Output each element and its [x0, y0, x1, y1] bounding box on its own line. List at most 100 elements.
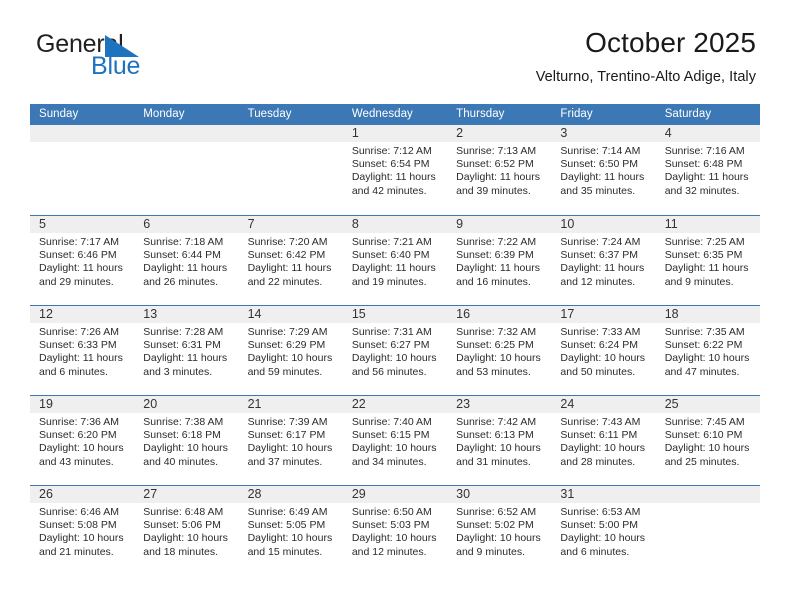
- day-details: Sunrise: 7:40 AM Sunset: 6:15 PM Daylight:…: [343, 413, 447, 469]
- calendar-week-row: 19 Sunrise: 7:36 AM Sunset: 6:20 PM Dayligh…: [30, 395, 760, 485]
- daylight-text: Daylight: 10 hours and 53 minutes.: [456, 352, 541, 378]
- day-details: Sunrise: 7:33 AM Sunset: 6:24 PM Daylight:…: [551, 323, 655, 379]
- day-cell[interactable]: 6 Sunrise: 7:18 AM Sunset: 6:44 PM Daylight…: [134, 216, 239, 305]
- day-cell[interactable]: 29 Sunrise: 6:50 AM Sunset: 5:03 PM Dayligh…: [342, 486, 448, 575]
- day-cell[interactable]: 19 Sunrise: 7:36 AM Sunset: 6:20 PM Dayligh…: [30, 396, 135, 485]
- sunrise-text: Sunrise: 7:33 AM: [560, 326, 641, 338]
- day-number: 31: [551, 486, 656, 503]
- day-cell[interactable]: 30 Sunrise: 6:52 AM Sunset: 5:02 PM Dayligh…: [447, 486, 552, 575]
- sunrise-text: Sunrise: 6:48 AM: [143, 506, 224, 518]
- title-block: October 2025 Velturno, Trentino-Alto Adi…: [536, 26, 756, 87]
- day-cell[interactable]: 14 Sunrise: 7:29 AM Sunset: 6:29 PM Dayligh…: [238, 306, 343, 395]
- day-details: Sunrise: 7:12 AM Sunset: 6:54 PM Daylight:…: [343, 142, 447, 198]
- sunset-text: Sunset: 6:46 PM: [39, 249, 117, 262]
- day-details: Sunrise: 6:46 AM Sunset: 5:08 PM Daylight:…: [30, 503, 134, 559]
- day-cell[interactable]: 21 Sunrise: 7:39 AM Sunset: 6:17 PM Dayligh…: [238, 396, 343, 485]
- day-cell[interactable]: 12 Sunrise: 7:26 AM Sunset: 6:33 PM Dayligh…: [30, 306, 135, 395]
- sunset-text: Sunset: 6:31 PM: [143, 339, 221, 352]
- calendar-grid: Sunday Monday Tuesday Wednesday Thursday Frid…: [30, 104, 760, 575]
- day-number: 19: [30, 396, 135, 413]
- day-number: 3: [551, 125, 656, 142]
- day-cell[interactable]: 25 Sunrise: 7:45 AM Sunset: 6:10 PM Dayligh…: [655, 396, 760, 485]
- day-cell-empty: [30, 125, 135, 215]
- day-cell[interactable]: 20 Sunrise: 7:38 AM Sunset: 6:18 PM Dayligh…: [134, 396, 239, 485]
- day-number: 21: [238, 396, 343, 413]
- daylight-text: Daylight: 10 hours and 31 minutes.: [456, 442, 541, 468]
- day-number: 13: [134, 306, 239, 323]
- sunrise-text: Sunrise: 7:40 AM: [351, 416, 432, 428]
- weekday-header-monday: Monday: [143, 108, 185, 120]
- day-number: 8: [342, 216, 448, 233]
- sunset-text: Sunset: 6:39 PM: [456, 249, 534, 262]
- sunset-text: Sunset: 5:03 PM: [351, 519, 430, 532]
- sunrise-text: Sunrise: 7:42 AM: [456, 416, 537, 428]
- day-cell[interactable]: 31 Sunrise: 6:53 AM Sunset: 5:00 PM Dayligh…: [551, 486, 656, 575]
- day-number: 22: [342, 396, 448, 413]
- sunset-text: Sunset: 6:33 PM: [39, 339, 117, 352]
- day-cell[interactable]: 11 Sunrise: 7:25 AM Sunset: 6:35 PM Dayligh…: [655, 216, 760, 305]
- day-details: Sunrise: 7:29 AM Sunset: 6:29 PM Daylight:…: [239, 323, 343, 379]
- day-details: Sunrise: 7:32 AM Sunset: 6:25 PM Daylight:…: [447, 323, 551, 379]
- day-cell[interactable]: 13 Sunrise: 7:28 AM Sunset: 6:31 PM Dayligh…: [134, 306, 239, 395]
- day-details: Sunrise: 7:21 AM Sunset: 6:40 PM Daylight:…: [343, 233, 447, 289]
- weekday-header-sunday: Sunday: [39, 108, 79, 120]
- sunrise-text: Sunrise: 7:45 AM: [664, 416, 745, 428]
- day-cell[interactable]: 17 Sunrise: 7:33 AM Sunset: 6:24 PM Dayligh…: [551, 306, 656, 395]
- day-cell[interactable]: 5 Sunrise: 7:17 AM Sunset: 6:46 PM Daylight…: [30, 216, 135, 305]
- day-cell[interactable]: 7 Sunrise: 7:20 AM Sunset: 6:42 PM Daylight…: [238, 216, 343, 305]
- sunrise-text: Sunrise: 7:36 AM: [39, 416, 119, 428]
- weekday-header-row: Sunday Monday Tuesday Wednesday Thursday Frid…: [30, 104, 760, 125]
- page-header: General Blue October 2025 Velturno, Tren…: [0, 0, 792, 87]
- day-cell[interactable]: 2 Sunrise: 7:13 AM Sunset: 6:52 PM Daylight…: [447, 125, 552, 215]
- day-number: 28: [238, 486, 343, 503]
- day-cell[interactable]: 9 Sunrise: 7:22 AM Sunset: 6:39 PM Daylight…: [447, 216, 552, 305]
- day-cell[interactable]: 27 Sunrise: 6:48 AM Sunset: 5:06 PM Dayligh…: [134, 486, 239, 575]
- sunset-text: Sunset: 6:10 PM: [664, 429, 743, 442]
- day-details: Sunrise: 7:20 AM Sunset: 6:42 PM Daylight:…: [239, 233, 343, 289]
- sunset-text: Sunset: 5:02 PM: [456, 519, 534, 532]
- sunrise-text: Sunrise: 6:52 AM: [456, 506, 537, 518]
- day-cell[interactable]: 18 Sunrise: 7:35 AM Sunset: 6:22 PM Dayligh…: [655, 306, 760, 395]
- sunrise-text: Sunrise: 7:18 AM: [143, 236, 224, 248]
- day-cell[interactable]: 10 Sunrise: 7:24 AM Sunset: 6:37 PM Dayligh…: [551, 216, 656, 305]
- day-details: Sunrise: 7:28 AM Sunset: 6:31 PM Daylight:…: [134, 323, 238, 379]
- sunrise-text: Sunrise: 7:20 AM: [247, 236, 328, 248]
- sunset-text: Sunset: 6:40 PM: [351, 249, 430, 262]
- day-number: 24: [551, 396, 656, 413]
- day-cell-empty: [238, 125, 343, 215]
- sunrise-text: Sunrise: 7:16 AM: [664, 145, 745, 157]
- sunset-text: Sunset: 5:05 PM: [247, 519, 326, 532]
- day-cell[interactable]: 24 Sunrise: 7:43 AM Sunset: 6:11 PM Dayligh…: [551, 396, 656, 485]
- day-cell[interactable]: 26 Sunrise: 6:46 AM Sunset: 5:08 PM Dayligh…: [30, 486, 135, 575]
- day-details: Sunrise: 7:14 AM Sunset: 6:50 PM Daylight:…: [551, 142, 655, 198]
- sunset-text: Sunset: 6:24 PM: [560, 339, 639, 352]
- sunrise-text: Sunrise: 7:22 AM: [456, 236, 537, 248]
- day-cell[interactable]: 4 Sunrise: 7:16 AM Sunset: 6:48 PM Daylight…: [655, 125, 760, 215]
- day-cell[interactable]: 8 Sunrise: 7:21 AM Sunset: 6:40 PM Daylight…: [342, 216, 448, 305]
- daylight-text: Daylight: 10 hours and 21 minutes.: [39, 532, 124, 558]
- day-details: Sunrise: 6:50 AM Sunset: 5:03 PM Daylight:…: [343, 503, 447, 559]
- day-number: [134, 125, 239, 142]
- day-number: 4: [655, 125, 760, 142]
- day-cell[interactable]: 1 Sunrise: 7:12 AM Sunset: 6:54 PM Daylight…: [342, 125, 448, 215]
- sunset-text: Sunset: 6:52 PM: [456, 158, 534, 171]
- day-cell[interactable]: 16 Sunrise: 7:32 AM Sunset: 6:25 PM Dayligh…: [447, 306, 552, 395]
- daylight-text: Daylight: 11 hours and 16 minutes.: [456, 262, 540, 288]
- day-cell[interactable]: 15 Sunrise: 7:31 AM Sunset: 6:27 PM Dayligh…: [342, 306, 448, 395]
- daylight-text: Daylight: 10 hours and 18 minutes.: [143, 532, 228, 558]
- day-cell[interactable]: 28 Sunrise: 6:49 AM Sunset: 5:05 PM Dayligh…: [238, 486, 343, 575]
- sunset-text: Sunset: 6:29 PM: [247, 339, 326, 352]
- daylight-text: Daylight: 10 hours and 37 minutes.: [247, 442, 333, 468]
- sunset-text: Sunset: 5:00 PM: [560, 519, 639, 532]
- sunset-text: Sunset: 6:37 PM: [560, 249, 639, 262]
- general-blue-logo[interactable]: General Blue: [36, 30, 236, 82]
- calendar-week-row: 5 Sunrise: 7:17 AM Sunset: 6:46 PM Daylight…: [30, 215, 760, 305]
- sunrise-text: Sunrise: 7:31 AM: [351, 326, 432, 338]
- day-number: 23: [447, 396, 552, 413]
- day-cell[interactable]: 22 Sunrise: 7:40 AM Sunset: 6:15 PM Dayligh…: [342, 396, 448, 485]
- sunrise-text: Sunrise: 6:46 AM: [39, 506, 119, 518]
- day-cell[interactable]: 23 Sunrise: 7:42 AM Sunset: 6:13 PM Dayligh…: [447, 396, 552, 485]
- daylight-text: Daylight: 11 hours and 6 minutes.: [39, 352, 123, 378]
- day-cell[interactable]: 3 Sunrise: 7:14 AM Sunset: 6:50 PM Daylight…: [551, 125, 656, 215]
- daylight-text: Daylight: 10 hours and 50 minutes.: [560, 352, 646, 378]
